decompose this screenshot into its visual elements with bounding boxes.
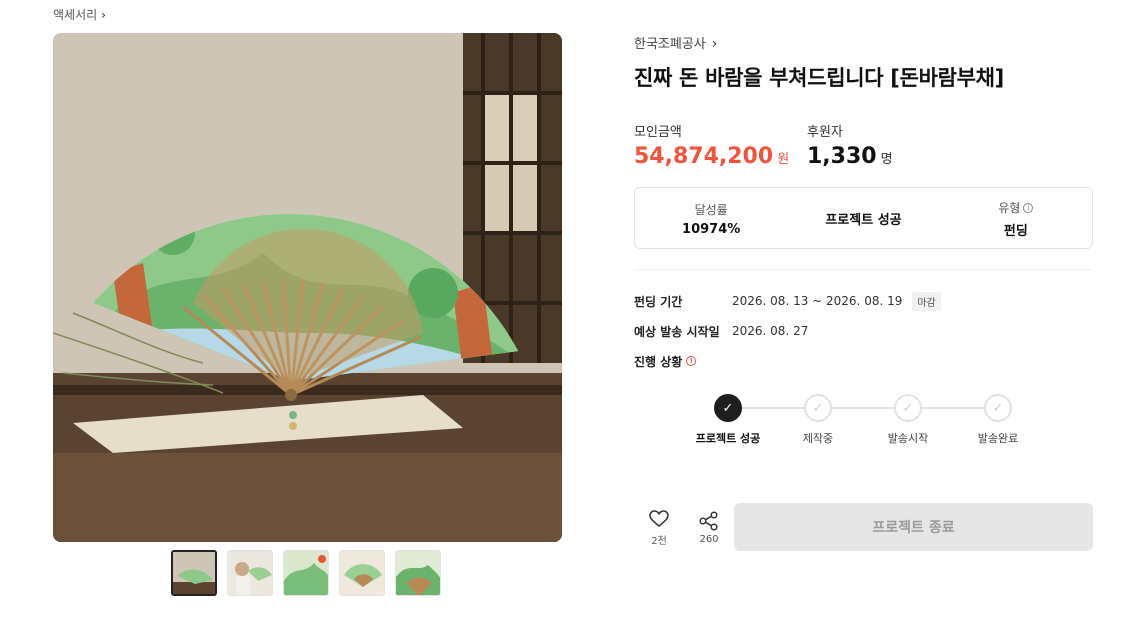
project-summary-box: 달성률 10974% 프로젝트 성공 유형 i 펀딩: [634, 187, 1093, 249]
action-bar: 2천 260 프로젝트 종료: [634, 503, 1093, 551]
check-icon: ✓: [714, 394, 742, 422]
page-title: 진짜 돈 바람을 부쳐드립니다 [돈바람부채]: [634, 66, 1004, 90]
share-count: 260: [699, 533, 719, 545]
backers-value: 1,330: [807, 144, 877, 169]
maker-link[interactable]: 한국조폐공사 ›: [634, 33, 1093, 53]
backers-label: 후원자: [807, 125, 843, 140]
amount-stat: 모인금액 54,874,200 원: [634, 121, 807, 169]
thumbnail-3[interactable]: [283, 550, 329, 596]
share-icon: [684, 510, 734, 532]
like-button[interactable]: 2천: [634, 508, 684, 547]
backers-unit: 명: [880, 152, 893, 167]
closed-badge: 마감: [912, 291, 941, 311]
period-label: 펀딩 기간: [634, 294, 683, 309]
step-label: 제작중: [802, 432, 834, 445]
step-label: 프로젝트 성공: [695, 432, 761, 445]
backers-stat: 후원자 1,330 명: [807, 121, 980, 169]
step-production: ✓ 제작중: [773, 394, 863, 446]
project-meta: 펀딩 기간 2026. 08. 13 ~ 2026. 08. 19 마감 예상 …: [634, 286, 1093, 376]
progress-label: 진행 상황: [634, 354, 683, 369]
project-status: 프로젝트 성공: [787, 209, 939, 228]
progress-status-row: 진행 상황 !: [634, 346, 1093, 376]
chevron-right-icon: ›: [101, 7, 106, 22]
step-shipping-done: ✓ 발송완료: [953, 394, 1043, 446]
project-type: 유형 i 펀딩: [940, 197, 1092, 239]
rate-value: 10974%: [682, 222, 741, 237]
thumbnail-strip: [171, 550, 441, 596]
alert-icon[interactable]: !: [686, 356, 697, 366]
step-success: ✓ 프로젝트 성공: [683, 394, 773, 446]
amount-label: 모인금액: [634, 125, 682, 140]
thumbnail-1[interactable]: [171, 550, 217, 596]
funding-period-row: 펀딩 기간 2026. 08. 13 ~ 2026. 08. 19 마감: [634, 286, 1093, 316]
check-icon: ✓: [804, 394, 832, 422]
step-label: 발송시작: [887, 432, 929, 445]
rate-label: 달성률: [694, 203, 728, 217]
achievement-rate: 달성률 10974%: [635, 199, 787, 237]
thumbnail-5[interactable]: [395, 550, 441, 596]
thumbnail-4[interactable]: [339, 550, 385, 596]
share-button[interactable]: 260: [684, 510, 734, 545]
amount-value: 54,874,200: [634, 144, 774, 169]
info-icon[interactable]: i: [1023, 202, 1034, 213]
thumbnail-2[interactable]: [227, 550, 273, 596]
ship-label: 예상 발송 시작일: [634, 324, 720, 339]
divider: [634, 269, 1093, 270]
period-value: 2026. 08. 13 ~ 2026. 08. 19: [732, 294, 903, 308]
breadcrumb-category[interactable]: 액세서리: [53, 6, 97, 23]
chevron-right-icon: ›: [711, 35, 718, 52]
ship-date-row: 예상 발송 시작일 2026. 08. 27: [634, 316, 1093, 346]
status-badge: 프로젝트 성공: [825, 212, 902, 228]
main-product-image: [53, 33, 562, 542]
project-ended-button[interactable]: 프로젝트 종료: [734, 503, 1093, 551]
type-value: 펀딩: [1003, 224, 1028, 239]
maker-name[interactable]: 한국조폐공사: [634, 33, 706, 52]
step-label: 발송완료: [977, 432, 1019, 445]
heart-icon: [634, 508, 684, 530]
step-shipping-start: ✓ 발송시작: [863, 394, 953, 446]
check-icon: ✓: [984, 394, 1012, 422]
ship-value: 2026. 08. 27: [732, 324, 809, 338]
funding-stats: 모인금액 54,874,200 원 후원자 1,330 명: [634, 121, 1093, 169]
project-info-panel: 한국조폐공사 › 진짜 돈 바람을 부쳐드립니다 [돈바람부채] 모인금액 54…: [634, 33, 1093, 454]
type-label: 유형: [998, 201, 1021, 215]
check-icon: ✓: [894, 394, 922, 422]
amount-unit: 원: [777, 152, 790, 167]
breadcrumb[interactable]: 액세서리 ›: [53, 6, 106, 23]
progress-tracker: ✓ 프로젝트 성공 ✓ 제작중 ✓ 발송시작 ✓ 발송완료: [634, 394, 1093, 454]
like-count: 2천: [651, 535, 667, 547]
